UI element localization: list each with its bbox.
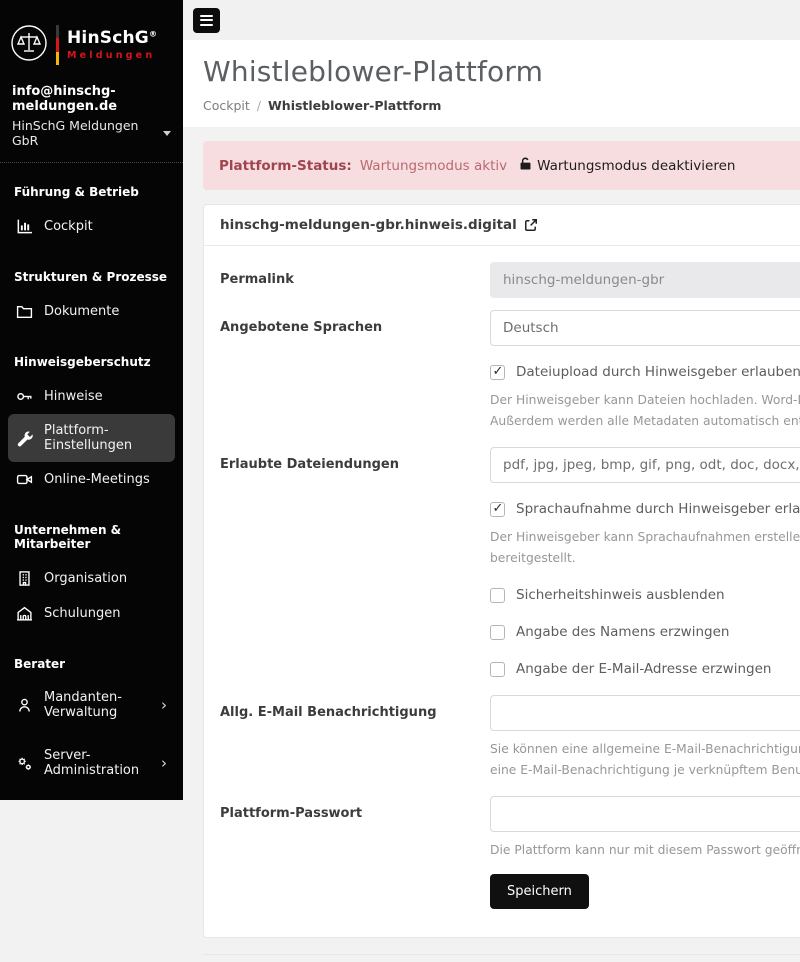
hide-security-note-checkbox[interactable] <box>490 588 505 603</box>
file-upload-help-1: Der Hinweisgeber kann Dateien hochladen.… <box>490 391 800 410</box>
voice-recording-help-1: Der Hinweisgeber kann Sprachaufnahmen er… <box>490 528 800 547</box>
german-flag-bar <box>56 25 59 65</box>
force-name-checkbox[interactable] <box>490 625 505 640</box>
gears-icon <box>16 755 33 772</box>
email-notification-label: Allg. E-Mail Benachrichtigung <box>220 695 490 720</box>
permalink-label: Permalink <box>220 262 490 287</box>
nav-section-berater: Berater <box>8 641 175 681</box>
user-icon <box>16 697 33 714</box>
alert-status-label: Plattform-Status: <box>219 158 352 174</box>
breadcrumb-separator: / <box>257 98 261 113</box>
page-title: Whistleblower-Plattform <box>203 55 780 88</box>
card-header: hinschg-meldungen-gbr.hinweis.digital <box>204 205 800 246</box>
content: Plattform-Status: Wartungsmodus aktiv Wa… <box>183 127 800 962</box>
video-camera-icon <box>16 471 33 488</box>
file-upload-checkbox[interactable] <box>490 365 505 380</box>
wrench-icon <box>16 430 33 447</box>
hamburger-icon <box>200 15 213 17</box>
nav-section-unternehmen: Unternehmen & Mitarbeiter <box>8 507 175 561</box>
key-icon <box>16 388 33 405</box>
deactivate-maintenance-link[interactable]: Wartungsmodus deaktivieren <box>518 156 735 175</box>
platform-password-label: Plattform-Passwort <box>220 796 490 821</box>
bar-chart-icon <box>16 218 33 235</box>
force-email-checkbox[interactable] <box>490 662 505 677</box>
settings-card: hinschg-meldungen-gbr.hinweis.digital Pe… <box>203 204 800 938</box>
folder-icon <box>16 303 33 320</box>
school-icon <box>16 605 33 622</box>
brand-subtitle: Meldungen <box>67 51 157 61</box>
building-icon <box>16 570 33 587</box>
chevron-right-icon: › <box>161 756 167 771</box>
account-switcher[interactable]: info@hinschg-meldungen.de HinSchG Meldun… <box>0 74 183 163</box>
platform-password-help: Die Plattform kann nur mit diesem Passwo… <box>490 841 800 860</box>
voice-recording-help-2: bereitgestellt. <box>490 549 800 568</box>
scales-of-justice-icon <box>10 24 48 66</box>
sidebar-item-organisation[interactable]: Organisation <box>8 561 175 596</box>
footer-divider <box>203 954 800 962</box>
settings-form: Permalink Angebotene Sprachen Dateiuploa… <box>204 246 800 937</box>
sidebar-item-hinweise[interactable]: Hinweise <box>8 379 175 414</box>
sidebar-nav: Führung & Betrieb Cockpit Strukturen & P… <box>0 163 183 793</box>
sidebar-item-dokumente[interactable]: Dokumente <box>8 294 175 329</box>
sidebar-item-server-administration[interactable]: Server-Administration › <box>8 739 175 787</box>
nav-section-strukturen: Strukturen & Prozesse <box>8 254 175 294</box>
alert-status-value: Wartungsmodus aktiv <box>360 158 507 174</box>
sidebar: HinSchG® Meldungen info@hinschg-meldunge… <box>0 0 183 800</box>
maintenance-alert: Plattform-Status: Wartungsmodus aktiv Wa… <box>203 141 800 190</box>
main-area: Whistleblower-Plattform Cockpit / Whistl… <box>183 0 800 800</box>
breadcrumb-current: Whistleblower-Plattform <box>268 98 441 113</box>
account-company[interactable]: HinSchG Meldungen GbR <box>12 118 171 148</box>
account-email: info@hinschg-meldungen.de <box>12 84 171 114</box>
page-header: Whistleblower-Plattform Cockpit / Whistl… <box>183 40 800 127</box>
sidebar-item-schulungen[interactable]: Schulungen <box>8 596 175 631</box>
email-notification-help-2: eine E-Mail-Benachrichtigung je verknüpf… <box>490 761 800 780</box>
force-email-checkbox-row[interactable]: Angabe der E-Mail-Adresse erzwingen <box>490 659 800 679</box>
email-notification-input[interactable] <box>490 695 800 731</box>
brand-name: HinSchG® <box>67 29 157 48</box>
file-extensions-input[interactable] <box>490 447 800 483</box>
chevron-right-icon: › <box>161 698 167 713</box>
nav-section-hinweisgeberschutz: Hinweisgeberschutz <box>8 339 175 379</box>
unlock-icon <box>518 156 533 175</box>
file-upload-checkbox-row[interactable]: Dateiupload durch Hinweisgeber erlauben <box>490 362 800 382</box>
force-name-checkbox-row[interactable]: Angabe des Namens erzwingen <box>490 622 800 642</box>
platform-domain: hinschg-meldungen-gbr.hinweis.digital <box>220 217 517 233</box>
save-button[interactable]: Speichern <box>490 874 589 909</box>
platform-password-input[interactable] <box>490 796 800 832</box>
brand-logo[interactable]: HinSchG® Meldungen <box>0 0 183 74</box>
sidebar-item-mandanten-verwaltung[interactable]: Mandanten-Verwaltung › <box>8 681 175 729</box>
email-notification-help-1: Sie können eine allgemeine E-Mail-Benach… <box>490 740 800 759</box>
languages-input[interactable] <box>490 310 800 346</box>
voice-recording-checkbox-row[interactable]: Sprachaufnahme durch Hinweisgeber erlaub… <box>490 499 800 519</box>
file-upload-help-2: Außerdem werden alle Metadaten automatis… <box>490 412 800 431</box>
file-extensions-label: Erlaubte Dateiendungen <box>220 447 490 472</box>
nav-section-fuehrung: Führung & Betrieb <box>8 169 175 209</box>
hide-security-note-checkbox-row[interactable]: Sicherheitshinweis ausblenden <box>490 585 800 605</box>
breadcrumb: Cockpit / Whistleblower-Plattform <box>203 98 780 113</box>
breadcrumb-cockpit-link[interactable]: Cockpit <box>203 98 250 113</box>
sidebar-item-online-meetings[interactable]: Online-Meetings <box>8 462 175 497</box>
voice-recording-checkbox[interactable] <box>490 502 505 517</box>
chevron-down-icon <box>163 131 171 136</box>
external-link-icon[interactable] <box>524 218 538 232</box>
languages-label: Angebotene Sprachen <box>220 310 490 335</box>
sidebar-item-cockpit[interactable]: Cockpit <box>8 209 175 244</box>
hamburger-menu-button[interactable] <box>193 8 220 33</box>
permalink-input <box>490 262 800 298</box>
topbar <box>183 0 800 40</box>
sidebar-item-plattform-einstellungen[interactable]: Plattform-Einstellungen <box>8 414 175 462</box>
